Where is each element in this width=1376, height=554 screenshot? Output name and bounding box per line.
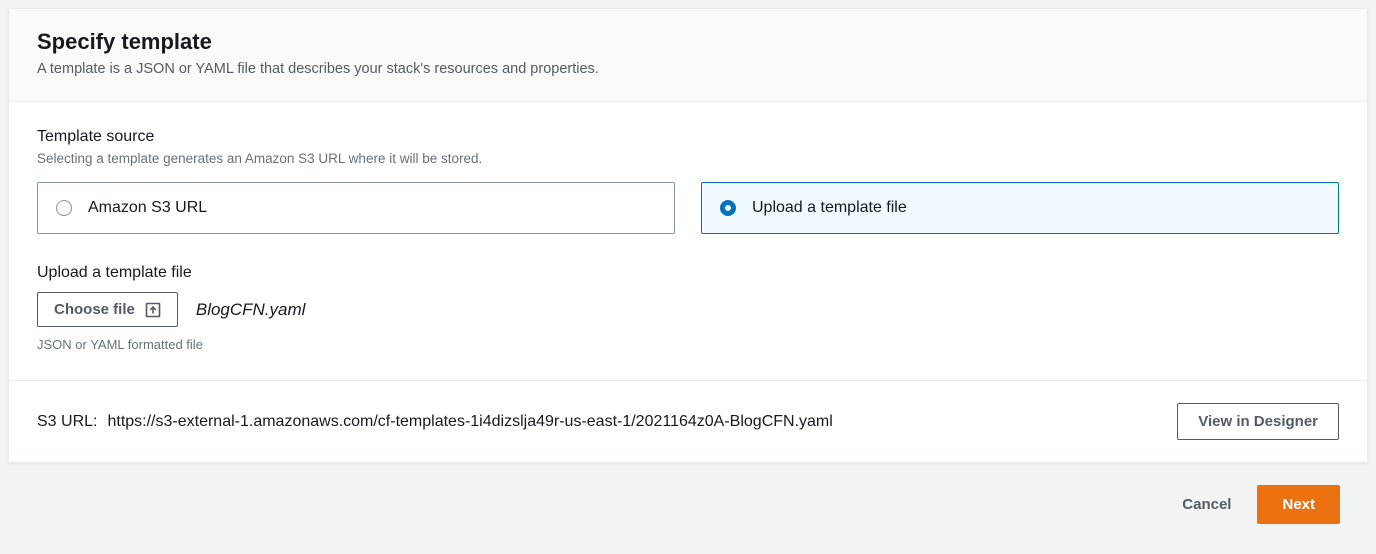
s3-url-block: S3 URL: https://s3-external-1.amazonaws.…: [37, 413, 833, 431]
panel-title: Specify template: [37, 29, 1339, 55]
radio-label: Upload a template file: [752, 199, 907, 217]
specify-template-panel: Specify template A template is a JSON or…: [8, 8, 1368, 463]
radio-upload-template-file[interactable]: Upload a template file: [701, 182, 1339, 234]
cancel-button[interactable]: Cancel: [1182, 496, 1231, 513]
upload-icon: [145, 302, 161, 318]
upload-label: Upload a template file: [37, 264, 1339, 282]
panel-body: Template source Selecting a template gen…: [9, 102, 1367, 380]
template-source-label: Template source: [37, 128, 1339, 146]
template-source-sub: Selecting a template generates an Amazon…: [37, 151, 1339, 166]
s3-url-value: https://s3-external-1.amazonaws.com/cf-t…: [107, 413, 832, 431]
panel-description: A template is a JSON or YAML file that d…: [37, 61, 1339, 77]
template-source-options: Amazon S3 URL Upload a template file: [37, 182, 1339, 234]
view-in-designer-button[interactable]: View in Designer: [1177, 403, 1339, 440]
choose-file-label: Choose file: [54, 301, 135, 318]
page-actions: Cancel Next: [8, 463, 1368, 534]
panel-footer: S3 URL: https://s3-external-1.amazonaws.…: [9, 380, 1367, 462]
radio-icon: [720, 200, 736, 216]
radio-amazon-s3-url[interactable]: Amazon S3 URL: [37, 182, 675, 234]
panel-header: Specify template A template is a JSON or…: [9, 9, 1367, 102]
upload-row: Choose file BlogCFN.yaml: [37, 292, 1339, 327]
radio-label: Amazon S3 URL: [88, 199, 207, 217]
s3-url-label: S3 URL:: [37, 413, 97, 431]
next-button[interactable]: Next: [1257, 485, 1340, 524]
selected-filename: BlogCFN.yaml: [196, 300, 306, 320]
file-format-hint: JSON or YAML formatted file: [37, 337, 1339, 352]
choose-file-button[interactable]: Choose file: [37, 292, 178, 327]
upload-block: Upload a template file Choose file BlogC…: [37, 264, 1339, 352]
radio-icon: [56, 200, 72, 216]
